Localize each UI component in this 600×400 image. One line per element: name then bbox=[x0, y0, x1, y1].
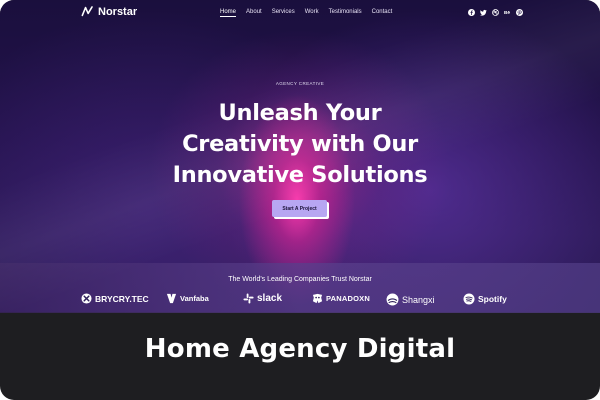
brand-label-spotify: Spotify bbox=[478, 294, 507, 304]
pinterest-icon bbox=[515, 8, 523, 16]
shangxi-logo-icon bbox=[386, 293, 399, 306]
nav-item-work[interactable]: Work bbox=[305, 9, 319, 17]
nav-item-home[interactable]: Home bbox=[220, 9, 237, 17]
brand-logo-vanfaba: Vanfaba bbox=[166, 293, 209, 304]
nav-item-testimonials[interactable]: Testimonials bbox=[329, 9, 362, 17]
hero-eyebrow: AGENCY CREATIVE bbox=[275, 81, 325, 86]
panadoxn-logo-icon bbox=[312, 293, 323, 304]
brand-logo-shangxi: Shangxi bbox=[386, 293, 435, 306]
hero-section: Norstar Home About Services Work Testimo… bbox=[0, 0, 600, 313]
site-logo-text: Norstar bbox=[98, 5, 138, 18]
hero-headline: Unleash Your Creativity with Our Innovat… bbox=[140, 98, 460, 191]
start-project-button[interactable]: Start A Project bbox=[272, 200, 327, 217]
slack-logo-icon bbox=[243, 293, 254, 304]
dribbble-link[interactable] bbox=[491, 8, 499, 16]
facebook-icon bbox=[467, 8, 475, 16]
brand-label-vanfaba: Vanfaba bbox=[180, 294, 209, 303]
brand-logo-brycry: BRYCRY.TEC bbox=[81, 293, 149, 304]
nav-item-contact[interactable]: Contact bbox=[372, 9, 393, 17]
svg-text:Bē: Bē bbox=[504, 10, 510, 15]
brand-logo-spotify: Spotify bbox=[463, 293, 507, 305]
brand-label-shangxi: Shangxi bbox=[402, 294, 435, 305]
preview-card: Norstar Home About Services Work Testimo… bbox=[0, 0, 600, 400]
brand-label-brycry: BRYCRY.TEC bbox=[95, 293, 149, 304]
nav-item-services[interactable]: Services bbox=[272, 9, 295, 17]
template-caption: Home Agency Digital bbox=[144, 334, 456, 364]
spotify-logo-icon bbox=[463, 293, 475, 305]
twitter-link[interactable] bbox=[479, 8, 487, 16]
site-logo[interactable]: Norstar bbox=[81, 5, 137, 18]
pinterest-link[interactable] bbox=[515, 8, 523, 16]
facebook-link[interactable] bbox=[467, 8, 475, 16]
brand-label-slack: slack bbox=[257, 293, 283, 304]
trusted-by-title: The World's Leading Companies Trust Nors… bbox=[228, 276, 372, 283]
top-nav: Norstar Home About Services Work Testimo… bbox=[0, 0, 600, 28]
hero-headline-line-3: Innovative Solutions bbox=[172, 162, 428, 188]
brand-label-panadoxn: PANADOXN bbox=[326, 294, 370, 303]
hero-headline-line-1: Unleash Your bbox=[218, 100, 382, 126]
vanfaba-logo-icon bbox=[166, 293, 177, 304]
nav-item-about[interactable]: About bbox=[246, 9, 262, 17]
main-menu: Home About Services Work Testimonials Co… bbox=[220, 9, 392, 17]
brand-logo-panadoxn: PANADOXN bbox=[312, 293, 370, 304]
brycry-logo-icon bbox=[81, 293, 92, 304]
brand-logo-slack: slack bbox=[243, 293, 282, 304]
trusted-by-strip: The World's Leading Companies Trust Nors… bbox=[0, 263, 600, 313]
norstar-logo-icon bbox=[81, 6, 93, 17]
behance-link[interactable]: Bē bbox=[503, 8, 511, 16]
twitter-icon bbox=[479, 9, 487, 16]
social-links: Bē bbox=[467, 8, 523, 16]
hero-headline-line-2: Creativity with Our bbox=[182, 131, 418, 157]
behance-icon: Bē bbox=[504, 10, 510, 15]
dribbble-icon bbox=[491, 8, 499, 16]
